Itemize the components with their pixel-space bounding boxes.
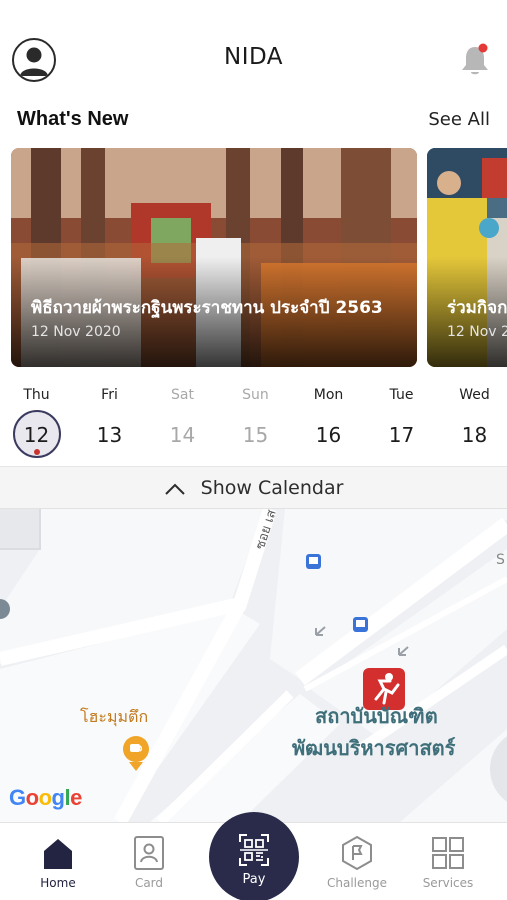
tab-card[interactable]: Card bbox=[104, 823, 194, 900]
grid-icon bbox=[432, 837, 464, 869]
day-number: 13 bbox=[96, 423, 123, 447]
place-label: สถาบันบัณฑิต bbox=[315, 704, 438, 728]
notification-dot bbox=[478, 43, 488, 53]
place-label: พัฒนบริหารศาสตร์ bbox=[292, 736, 456, 760]
top-bar: NIDA bbox=[0, 0, 507, 100]
news-carousel[interactable]: พิธีถวายผ้าพระกฐินพระราชทาน ประจำปี 2563… bbox=[11, 148, 507, 367]
qr-scan-icon bbox=[239, 834, 269, 866]
news-card-title: พิธีถวายผ้าพระกฐินพระราชทาน ประจำปี 2563 bbox=[31, 298, 383, 318]
tab-label: Pay bbox=[242, 872, 266, 887]
id-card-icon bbox=[134, 836, 164, 870]
news-card[interactable]: ร่วมกิจกรรม กลุ่มเขต 12 Nov 2020 bbox=[427, 148, 507, 367]
day-number: 12 bbox=[23, 423, 50, 447]
svg-text:S: S bbox=[496, 552, 505, 568]
news-card-title: ร่วมกิจกรรม กลุ่มเขต bbox=[447, 298, 507, 318]
bell-icon[interactable] bbox=[458, 42, 492, 78]
day-name: Fri bbox=[101, 387, 118, 403]
news-card-date: 12 Nov 2020 bbox=[447, 324, 507, 340]
day-sat[interactable]: Sat 14 bbox=[146, 380, 219, 448]
day-name: Wed bbox=[459, 387, 490, 403]
app-title: NIDA bbox=[223, 44, 284, 70]
day-tue[interactable]: Tue 17 bbox=[365, 380, 438, 448]
tab-home[interactable]: Home bbox=[13, 823, 103, 900]
pay-button[interactable]: Pay bbox=[209, 812, 299, 900]
day-mon[interactable]: Mon 16 bbox=[292, 380, 365, 448]
day-name: Thu bbox=[23, 387, 50, 403]
day-name: Sat bbox=[171, 387, 194, 403]
day-number: 17 bbox=[388, 423, 415, 447]
home-icon bbox=[44, 839, 72, 869]
day-name: Sun bbox=[242, 387, 269, 403]
chevron-up-icon bbox=[164, 483, 185, 495]
day-name: Mon bbox=[313, 387, 344, 403]
news-card-date: 12 Nov 2020 bbox=[31, 324, 121, 340]
news-card[interactable]: พิธีถวายผ้าพระกฐินพระราชทาน ประจำปี 2563… bbox=[11, 148, 417, 367]
tab-label: Home bbox=[40, 876, 76, 890]
whats-new-title: What's New bbox=[17, 108, 129, 130]
tab-label: Challenge bbox=[327, 876, 387, 890]
day-thu[interactable]: Thu 12 bbox=[0, 380, 73, 458]
day-number: 16 bbox=[315, 423, 342, 447]
tab-label: Services bbox=[422, 876, 474, 890]
day-name: Tue bbox=[389, 387, 414, 403]
day-wed[interactable]: Wed 18 bbox=[438, 380, 507, 448]
day-number: 18 bbox=[461, 423, 488, 447]
map-roads: S bbox=[0, 509, 507, 822]
day-fri[interactable]: Fri 13 bbox=[73, 380, 146, 448]
campus-map[interactable]: S ซอย เส โฮะมุมตึก สถาบันบัณฑิต พัฒนบริห… bbox=[0, 509, 507, 822]
week-strip: Thu 12 Fri 13 Sat 14 Sun 15 Mon 16 Tue 1… bbox=[0, 380, 507, 466]
tab-label: Card bbox=[134, 876, 164, 890]
tab-challenge[interactable]: Challenge bbox=[312, 823, 402, 900]
day-sun[interactable]: Sun 15 bbox=[219, 380, 292, 448]
tab-services[interactable]: Services bbox=[403, 823, 493, 900]
challenge-badge-icon bbox=[342, 835, 372, 871]
cafe-label: โฮะมุมตึก bbox=[80, 707, 149, 726]
show-calendar-button[interactable]: Show Calendar bbox=[0, 466, 507, 509]
day-number: 15 bbox=[242, 423, 269, 447]
see-all-link[interactable]: See All bbox=[428, 109, 490, 130]
google-logo: Google bbox=[9, 785, 82, 810]
event-dot bbox=[34, 449, 40, 455]
day-number: 14 bbox=[169, 423, 196, 447]
show-calendar-label: Show Calendar bbox=[200, 477, 344, 499]
